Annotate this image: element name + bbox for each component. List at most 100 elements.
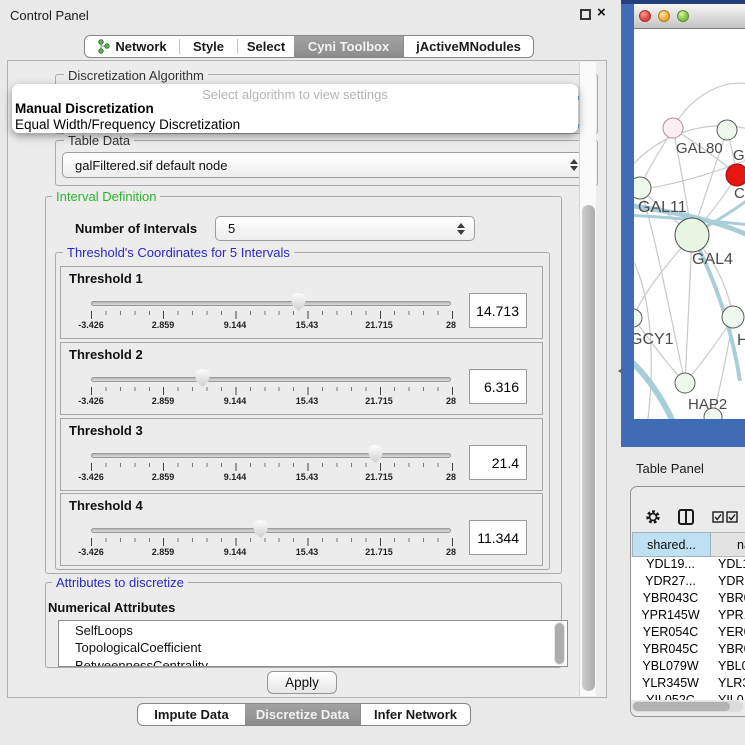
table-row[interactable]: YBR045CYBR0 [631, 642, 745, 659]
table-row[interactable]: YIL052CYIL0 [631, 693, 745, 700]
node-label-partial-red: C [734, 185, 745, 202]
network-graph [634, 29, 745, 419]
threshold-3-slider-track[interactable] [91, 453, 451, 458]
threshold-4-value-field[interactable]: 11.344 [469, 520, 527, 555]
number-of-intervals-value: 5 [228, 221, 235, 236]
tab-style-label: Style [193, 39, 224, 54]
node-hap2[interactable] [675, 373, 695, 393]
list-item[interactable]: TopologicalCoefficient [75, 640, 201, 655]
node-label-gal11: GAL11 [638, 199, 687, 217]
node-label-partial-top: GA [733, 147, 745, 164]
threshold-4-slider-thumb[interactable] [253, 520, 268, 538]
table-header: shared... na [631, 532, 745, 557]
threshold-2-box: Threshold 2 -3.4262.8599.14415.4321.7152… [60, 342, 543, 415]
top-tab-bar: Network Style Select Cyni Toolbox jActiv… [84, 35, 534, 58]
table-data-combobox[interactable]: galFiltered.sif default node [62, 152, 588, 178]
float-window-icon[interactable] [580, 9, 591, 20]
node-gal80[interactable] [663, 118, 683, 138]
threshold-2-slider-thumb[interactable] [195, 369, 210, 387]
menu-item-manual-discretization[interactable]: Manual Discretization [15, 101, 154, 116]
column-header-shared-name[interactable]: shared... [632, 532, 711, 557]
tab-network[interactable]: Network [85, 36, 179, 57]
threshold-3-value-field[interactable]: 21.4 [469, 445, 527, 480]
node-label-hap2: HAP2 [688, 396, 727, 413]
tab-style[interactable]: Style [180, 36, 237, 57]
table-horizontal-scrollbar[interactable] [632, 701, 743, 712]
node-label-gal80: GAL80 [676, 140, 723, 157]
numerical-attributes-label: Numerical Attributes [48, 600, 175, 615]
number-of-intervals-combobox[interactable]: 5 [215, 216, 475, 241]
tab-impute-data[interactable]: Impute Data [138, 704, 245, 725]
network-icon [97, 39, 110, 54]
gear-icon[interactable] [645, 509, 661, 525]
threshold-1-label: Threshold 1 [69, 271, 143, 286]
tab-jactivemnodules[interactable]: jActiveMNodules [403, 36, 533, 57]
threshold-2-slider-track[interactable] [91, 377, 451, 382]
threshold-3-slider-thumb[interactable] [368, 445, 383, 463]
list-item[interactable]: BetweennessCentrality [75, 658, 208, 667]
zoom-traffic-light-icon[interactable] [677, 10, 689, 22]
menu-item-equal-width-discretization[interactable]: Equal Width/Frequency Discretization [15, 117, 240, 132]
checkbox-checked-icon[interactable] [726, 511, 738, 523]
combo-arrows-icon [457, 223, 465, 235]
tab-select[interactable]: Select [238, 36, 294, 57]
close-traffic-light-icon[interactable] [639, 10, 651, 22]
thresholds-group-label: Threshold's Coordinates for 5 Intervals [63, 245, 294, 260]
node-gcy1[interactable] [634, 309, 642, 327]
threshold-4-slider-track[interactable] [91, 528, 451, 533]
tab-cyni-toolbox[interactable]: Cyni Toolbox [294, 36, 403, 57]
threshold-1-slider-track[interactable] [91, 301, 451, 306]
table-row[interactable]: YBL079WYBL0 [631, 659, 745, 676]
threshold-2-value-field[interactable]: 6.316 [469, 369, 527, 404]
table-horizontal-scrollbar-thumb[interactable] [633, 702, 730, 711]
tab-infer-label: Infer Network [374, 707, 457, 722]
combo-arrows-icon [570, 159, 578, 171]
table-row[interactable]: YDR27...YDR2 [631, 574, 745, 591]
node-red-selected[interactable] [726, 164, 745, 186]
tab-cyni-label: Cyni Toolbox [308, 39, 389, 54]
tab-infer-network[interactable]: Infer Network [360, 704, 470, 725]
table-row[interactable]: YDL19...YDL1 [631, 557, 745, 574]
node-label-gcy1: GCY1 [634, 331, 674, 349]
algorithm-hint: Select algorithm to view settings [12, 87, 578, 102]
tab-jactive-label: jActiveMNodules [416, 39, 521, 54]
attributes-group-label: Attributes to discretize [52, 575, 188, 590]
slider-major-ticks [91, 463, 453, 471]
table-data-combobox-value: galFiltered.sif default node [75, 158, 227, 173]
slider-major-ticks [91, 387, 453, 395]
minimize-traffic-light-icon[interactable] [658, 10, 670, 22]
node-label-partial-right: H [737, 332, 745, 350]
algorithm-dropdown-popup: Select algorithm to view settings Manual… [12, 84, 578, 133]
panel-title: Control Panel [10, 8, 89, 23]
list-scrollbar[interactable] [554, 622, 565, 665]
table-row[interactable]: YBR043CYBR0 [631, 591, 745, 608]
tab-discretize-data[interactable]: Discretize Data [245, 704, 360, 725]
list-item[interactable]: SelfLoops [75, 623, 133, 638]
list-scrollbar-thumb[interactable] [555, 623, 564, 664]
panel-scrollbar-thumb[interactable] [582, 205, 595, 691]
table-panel-title: Table Panel [636, 461, 704, 476]
node-partial-right[interactable] [722, 306, 744, 328]
checkbox-checked-icon[interactable] [712, 511, 724, 523]
column-header-name[interactable]: na [711, 532, 745, 557]
split-columns-icon[interactable] [677, 508, 695, 526]
table-row[interactable]: YLR345WYLR3 [631, 676, 745, 693]
number-of-intervals-label: Number of Intervals [75, 221, 197, 236]
node-gal11[interactable] [634, 177, 651, 199]
node-gal4[interactable] [675, 218, 709, 252]
table-data-label: Table Data [64, 133, 134, 148]
threshold-1-slider-thumb[interactable] [291, 293, 306, 311]
threshold-3-box: Threshold 3 -3.4262.8599.14415.4321.7152… [60, 418, 543, 491]
numerical-attributes-list: SelfLoops TopologicalCoefficient Between… [58, 620, 568, 667]
node-label-gal4: GAL4 [692, 251, 733, 269]
network-canvas[interactable]: GAL80 GA C GAL11 GAL4 GCY1 H HAP2 [634, 29, 745, 419]
table-row[interactable]: YER054CYER0 [631, 625, 745, 642]
threshold-1-value-field[interactable]: 14.713 [469, 293, 527, 328]
threshold-2-label: Threshold 2 [69, 347, 143, 362]
close-icon[interactable]: × [597, 4, 606, 21]
node-partial-top[interactable] [717, 120, 737, 140]
table-row[interactable]: YPR145WYPR1 [631, 608, 745, 625]
panel-scrollbar[interactable] [579, 62, 596, 696]
apply-button[interactable]: Apply [267, 671, 337, 694]
table-rows: YDL19...YDL1 YDR27...YDR2 YBR043CYBR0 YP… [631, 557, 745, 700]
